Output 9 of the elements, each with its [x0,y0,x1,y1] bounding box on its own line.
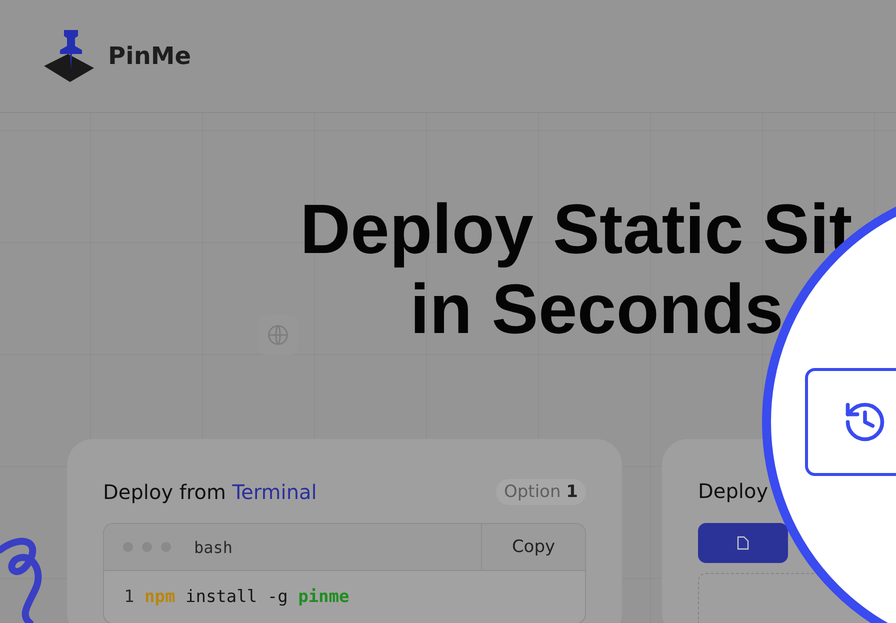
file-icon [737,536,749,550]
upload-button[interactable] [698,523,788,563]
code-line: 1 npm install -g pinme [123,586,350,609]
globe-icon [267,324,289,346]
card-title: Deploy from Terminal [103,480,317,504]
brand-name: PinMe [108,42,192,70]
shell-label: bash [194,538,234,556]
option-badge: Option 1 [496,479,586,505]
card-title: Deploy [698,479,770,503]
